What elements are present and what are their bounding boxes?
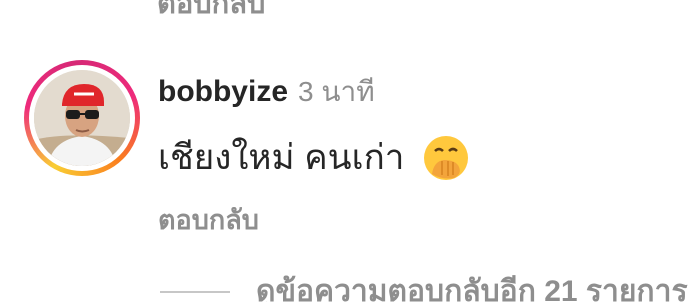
comment-body: เชียงใหม่ คนเก่า (158, 130, 470, 185)
view-replies-label: ดูข้อความตอบกลับอีก 21 รายการ (256, 275, 688, 302)
view-replies-button[interactable]: ดูข้อความตอบกลับอีก 21 รายการ (160, 268, 688, 302)
face-with-hand-over-mouth-icon (422, 134, 470, 182)
previous-reply-button[interactable]: ตอบกลับ (157, 0, 265, 26)
replies-divider-line (160, 290, 230, 293)
avatar-photo (34, 70, 130, 166)
avatar[interactable] (34, 70, 130, 166)
reply-button[interactable]: ตอบกลับ (158, 198, 259, 241)
avatar-ring-gap (29, 65, 135, 171)
story-ring[interactable] (24, 60, 140, 176)
comment-text: เชียงใหม่ คนเก่า (158, 138, 405, 177)
comment-timestamp: 3 นาที (298, 76, 375, 107)
username-link[interactable]: bobbyize (158, 75, 288, 108)
comment-thread: ตอบกลับ bobbyize 3 นาที เชียงใหม่ คนเก่า… (0, 0, 697, 302)
comment-header: bobbyize 3 นาที (158, 70, 375, 114)
